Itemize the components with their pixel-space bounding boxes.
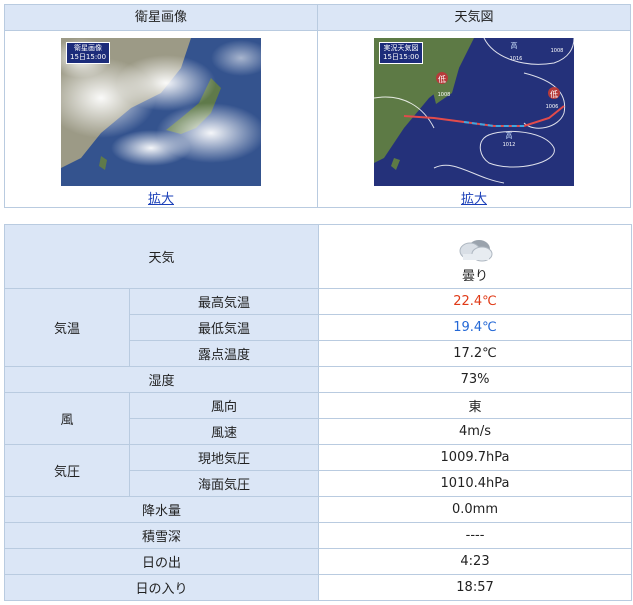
sea-pressure-label: 海面気圧	[128, 470, 320, 497]
station-pressure-value: 1009.7hPa	[318, 444, 633, 471]
satellite-caption: 衛星画像 15日15:00	[66, 42, 111, 64]
station-pressure-label: 現地気圧	[128, 444, 320, 471]
max-temp-label: 最高気温	[128, 288, 320, 315]
sunset-value: 18:57	[318, 574, 633, 601]
high-label: 高	[511, 41, 518, 50]
sea-pressure-value: 1010.4hPa	[318, 470, 633, 497]
wind-speed-value: 4m/s	[318, 418, 633, 445]
precipitation-value: 0.0mm	[318, 496, 633, 523]
pressure-group-label: 気圧	[4, 444, 130, 497]
min-temp-label: 最低気温	[128, 314, 320, 341]
wind-direction-value: 東	[318, 392, 633, 419]
sunset-label: 日の入り	[3, 574, 320, 601]
humidity-label: 湿度	[3, 366, 320, 393]
dew-point-value: 17.2℃	[318, 340, 633, 367]
cloudy-icon	[459, 240, 493, 262]
weather-map-caption: 実況天気図 15日15:00	[379, 42, 424, 64]
low-label: 低	[438, 74, 446, 84]
satellite-caption-title: 衛星画像	[74, 44, 103, 52]
precipitation-label: 降水量	[3, 496, 320, 523]
min-temp-value: 19.4℃	[318, 314, 633, 341]
satellite-zoom-link[interactable]: 拡大	[148, 188, 174, 207]
wind-speed-label: 風速	[128, 418, 320, 445]
weather-map-image[interactable]: 低 低 高 高 1008 1006 1016 1008 1012 実況天気図 1…	[374, 38, 574, 186]
wind-group-label: 風	[4, 392, 130, 445]
weather-map-caption-title: 実況天気図	[383, 44, 419, 52]
weather-map-caption-time: 15日15:00	[383, 53, 420, 61]
snow-depth-label: 積雪深	[3, 522, 320, 549]
satellite-header: 衛星画像	[4, 4, 318, 31]
images-table: 衛星画像 天気図 衛星画像 15日15:00 拡大 低 低 高 高 1008 1…	[4, 4, 631, 208]
pressure-label: 1008	[551, 48, 564, 54]
weather-map-cell: 低 低 高 高 1008 1006 1016 1008 1012 実況天気図 1…	[317, 30, 631, 208]
sunrise-value: 4:23	[318, 548, 633, 575]
satellite-image[interactable]: 衛星画像 15日15:00	[61, 38, 261, 186]
weather-map-header: 天気図	[317, 4, 631, 31]
low-label: 低	[550, 89, 558, 99]
sunrise-label: 日の出	[3, 548, 320, 575]
max-temp-value: 22.4℃	[318, 288, 633, 315]
pressure-label: 1012	[503, 142, 516, 148]
weather-value-cell: 曇り	[318, 224, 633, 289]
snow-depth-value: ----	[318, 522, 633, 549]
weather-label: 天気	[3, 224, 320, 289]
temperature-group-label: 気温	[4, 288, 130, 367]
pressure-label: 1008	[438, 92, 451, 98]
humidity-value: 73%	[318, 366, 633, 393]
weather-value: 曇り	[462, 269, 489, 284]
dew-point-label: 露点温度	[128, 340, 320, 367]
wind-direction-label: 風向	[128, 392, 320, 419]
satellite-caption-time: 15日15:00	[70, 53, 107, 61]
observation-table: 天気 曇り 気温 最高気温 22.4℃ 最低気温 19.4℃ 露点温度 17.2…	[3, 224, 633, 601]
pressure-label: 1016	[510, 56, 523, 62]
weather-map-zoom-link[interactable]: 拡大	[461, 188, 487, 207]
high-label: 高	[506, 131, 513, 140]
pressure-label: 1006	[546, 104, 559, 110]
satellite-cell: 衛星画像 15日15:00 拡大	[4, 30, 318, 208]
